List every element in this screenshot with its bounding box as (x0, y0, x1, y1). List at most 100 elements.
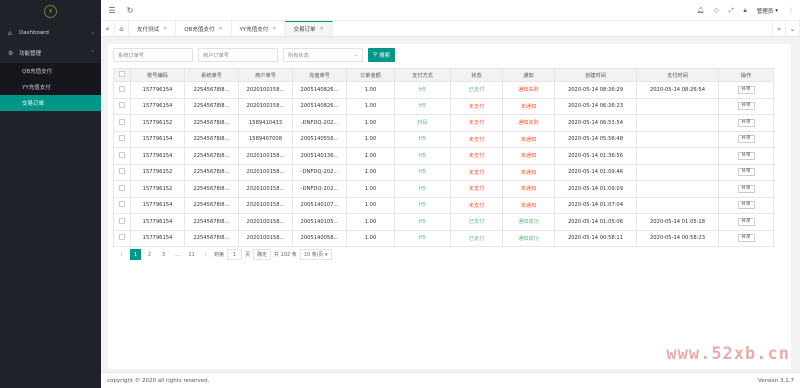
refresh-icon[interactable]: ↻ (123, 3, 137, 17)
column-header: 系统单号 (184, 68, 239, 82)
table-cell: 2020-05-14 05:56:48 (554, 130, 637, 148)
page-3[interactable]: 3 (158, 249, 169, 260)
table-cell: 2020-05-14 01:09:46 (554, 163, 637, 181)
sidebar-item-dashboard[interactable]: ⌂ Dashboard › (0, 23, 101, 43)
table-cell: 未支付 (450, 130, 503, 148)
sidebar-item-functions[interactable]: ⚙ 功能管理 ˄ (0, 43, 101, 63)
table-cell: 22545678l8... (184, 97, 239, 115)
tab-label: 支付测试 (137, 26, 160, 33)
table-cell: 157796154 (130, 147, 185, 165)
bell-icon[interactable]: 🔔︎ (696, 7, 704, 14)
close-icon[interactable]: ✕ (218, 26, 222, 32)
resupply-button[interactable]: 补单 (737, 151, 755, 160)
page-11[interactable]: 11 (186, 249, 197, 260)
fullscreen-icon[interactable]: ⤢ (729, 7, 734, 15)
table-cell: 未支付 (450, 147, 503, 165)
row-checkbox[interactable] (113, 114, 131, 132)
table-cell: 2020100158... (238, 213, 293, 231)
confirm-button[interactable]: 确定 (253, 249, 272, 260)
table-cell: 2005140136... (292, 147, 347, 165)
tab-yy[interactable]: YY充值支付 ✕ (232, 21, 286, 36)
status-select[interactable]: 所有状态 ⌄ (283, 48, 363, 62)
column-header: 操作 (718, 68, 774, 82)
table-cell: 2020-05-14 00:58:11 (554, 229, 637, 247)
table-row: 157796152 22545678l8... 2020100158... -DNFD… (113, 163, 774, 181)
footer: copyright © 2020 all rights reserved. Ve… (101, 372, 800, 388)
column-header: 通知 (502, 68, 555, 82)
lock-icon[interactable]: 🔒︎ (744, 7, 747, 15)
resupply-button[interactable]: 补单 (737, 102, 755, 111)
table-cell: 通知失败 (502, 81, 555, 99)
row-checkbox[interactable] (113, 130, 131, 148)
select-all-checkbox[interactable] (113, 68, 131, 82)
table-row: 157796154 22545678l8... 2020100158... 20051… (113, 147, 774, 165)
resupply-button[interactable]: 补单 (737, 135, 755, 144)
table-cell: 1.00 (346, 213, 395, 231)
action-cell: 补单 (718, 213, 774, 231)
resupply-button[interactable]: 补单 (737, 85, 755, 94)
row-checkbox[interactable] (113, 147, 131, 165)
table-cell: 2020-05-14 01:05:18 (636, 213, 719, 231)
table-cell: 1.00 (346, 180, 395, 198)
tabs-dropdown-icon[interactable]: ⌄ (786, 21, 800, 37)
page-2[interactable]: 2 (144, 249, 155, 260)
close-icon[interactable]: ✕ (319, 26, 323, 32)
home-tab-icon[interactable]: ⌂ (115, 21, 129, 36)
row-checkbox[interactable] (113, 163, 131, 181)
next-page-icon[interactable]: › (200, 249, 211, 260)
chevron-down-icon: ⌄ (353, 52, 358, 58)
row-checkbox[interactable] (113, 196, 131, 214)
user-menu[interactable]: 管理员 ▾ (757, 7, 778, 15)
tag-icon[interactable]: ◇ (714, 7, 719, 14)
resupply-button[interactable]: 补单 (737, 118, 755, 127)
row-checkbox[interactable] (113, 229, 131, 247)
resupply-button[interactable]: 补单 (737, 217, 755, 226)
tabs-next-icon[interactable]: » (772, 21, 786, 37)
tabs-prev-icon[interactable]: « (101, 21, 115, 36)
table-cell: H5 (394, 130, 451, 148)
column-header: 状态 (450, 68, 503, 82)
tab-pay-test[interactable]: 支付测试 ✕ (129, 21, 177, 36)
tab-orders[interactable]: 交易订单 ✕ (285, 21, 333, 36)
goto-page-input[interactable]: 1 (227, 249, 243, 260)
sidebar-item-orders[interactable]: 交易订单 (0, 95, 101, 111)
resupply-button[interactable]: 补单 (737, 168, 755, 177)
table-cell: 22545678l8... (184, 114, 239, 132)
gear-icon: ⚙ (8, 49, 14, 57)
page-size-select[interactable]: 10 条/页 ▾ (299, 249, 332, 260)
resupply-button[interactable]: 补单 (737, 184, 755, 193)
row-checkbox[interactable] (113, 213, 131, 231)
version: Version 3.1.7 (758, 377, 794, 384)
resupply-button[interactable]: 补单 (737, 201, 755, 210)
table-cell (636, 180, 719, 198)
chevron-right-icon: › (91, 29, 94, 37)
table-cell: 已支付 (450, 213, 503, 231)
page-1[interactable]: 1 (130, 249, 141, 260)
sidebar-item-qb[interactable]: QB充值支付 (0, 63, 101, 79)
sys-order-input[interactable]: 系统订单号 (113, 48, 193, 62)
table-cell: 22545678l8... (184, 229, 239, 247)
more-icon[interactable]: ⋮ (788, 7, 794, 14)
menu-toggle-icon[interactable]: ☰ (105, 3, 119, 17)
tab-qb[interactable]: QB充值支付 ✕ (176, 21, 232, 36)
row-checkbox[interactable] (113, 97, 131, 115)
table-cell: 1.00 (346, 229, 395, 247)
chevron-up-icon: ˄ (91, 49, 94, 57)
table-cell: 22545678l8... (184, 213, 239, 231)
close-icon[interactable]: ✕ (272, 26, 276, 32)
table-cell: 1.00 (346, 163, 395, 181)
sidebar: ⚡ ⌂ Dashboard › ⚙ 功能管理 ˄ QB充值支付 YY充值支付 交… (0, 0, 101, 388)
tab-label: 交易订单 (293, 27, 316, 33)
sidebar-item-yy[interactable]: YY充值支付 (0, 79, 101, 95)
row-checkbox[interactable] (113, 81, 131, 99)
sidebar-submenu: QB充值支付 YY充值支付 交易订单 (0, 63, 101, 111)
prev-page-icon[interactable]: ‹ (116, 249, 127, 260)
row-checkbox[interactable] (113, 180, 131, 198)
merchant-order-input[interactable]: 商户订单号 (198, 48, 278, 62)
close-icon[interactable]: ✕ (163, 26, 167, 32)
action-cell: 补单 (718, 114, 774, 132)
resupply-button[interactable]: 补单 (737, 234, 755, 243)
table-cell: 157796152 (130, 180, 185, 198)
search-button[interactable]: ⚲ 搜索 (368, 48, 396, 62)
tab-label: QB充值支付 (184, 26, 215, 33)
